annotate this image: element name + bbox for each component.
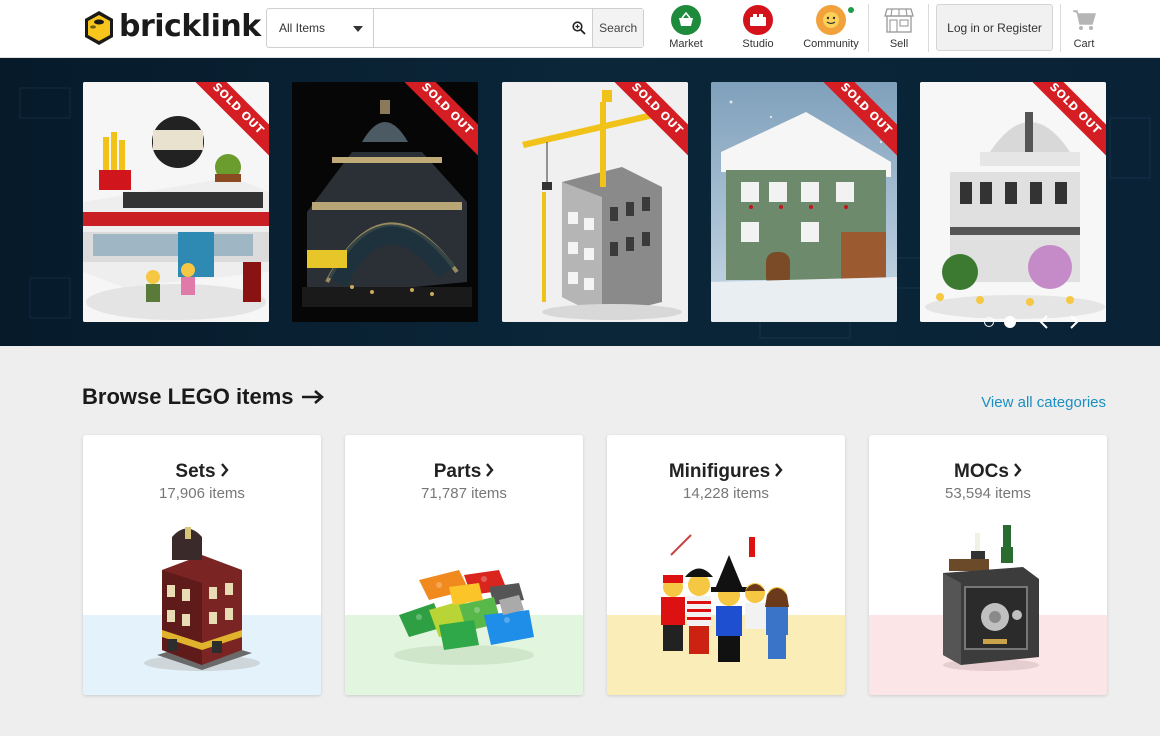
- chevron-right-icon: [1014, 463, 1022, 478]
- studio-brick-icon: [743, 5, 773, 35]
- carousel-prev-button[interactable]: [1032, 310, 1056, 334]
- carousel-page-dot-2[interactable]: [1004, 316, 1016, 328]
- storefront-icon: [884, 5, 914, 35]
- browse-heading-text: Browse LEGO items: [82, 384, 294, 409]
- brick-logo-icon: [85, 11, 113, 45]
- category-title: Minifigures: [607, 461, 845, 483]
- notification-dot: [848, 7, 854, 13]
- category-card-minifigures[interactable]: Minifigures 14,228 items: [607, 435, 845, 695]
- category-count: 53,594 items: [945, 485, 1031, 502]
- nav-studio[interactable]: Studio: [738, 5, 778, 51]
- browse-heading[interactable]: Browse LEGO items: [82, 384, 324, 410]
- header-divider: [1060, 4, 1061, 52]
- nav-studio-label: Studio: [742, 38, 774, 50]
- arrow-right-icon: [301, 390, 324, 404]
- category-card-mocs[interactable]: MOCs 53,594 items: [869, 435, 1107, 695]
- search-bar: All Items Search: [266, 8, 644, 48]
- site-header: bricklink All Items Search Market Studio…: [0, 0, 1160, 58]
- search-button[interactable]: Search: [592, 9, 643, 47]
- chevron-right-icon: [1070, 315, 1079, 329]
- search-category-label: All Items: [279, 21, 326, 35]
- carousel-slide-train-station[interactable]: SOLD OUT: [292, 82, 478, 322]
- category-card-parts[interactable]: Parts 71,787 items: [345, 435, 583, 695]
- chevron-right-icon: [486, 463, 494, 478]
- category-name: Sets: [175, 461, 216, 482]
- bricklink-logo[interactable]: bricklink: [82, 8, 261, 48]
- chevron-right-icon: [220, 463, 229, 478]
- category-name: Minifigures: [668, 461, 771, 482]
- nav-market[interactable]: Market: [666, 5, 706, 51]
- header-divider: [928, 4, 929, 52]
- carousel-controls: [984, 310, 1106, 334]
- sets-cafe-corner-image: [144, 527, 260, 671]
- category-name: Parts: [433, 461, 482, 482]
- carousel-page-dot-1[interactable]: [984, 317, 994, 327]
- category-title: Sets: [83, 461, 321, 483]
- mocs-safe-image: [943, 525, 1039, 671]
- nav-community[interactable]: Community: [800, 5, 862, 51]
- search-category-select[interactable]: All Items: [267, 9, 375, 47]
- caret-down-icon: [353, 26, 364, 32]
- category-title: Parts: [345, 461, 583, 483]
- search-input[interactable]: [374, 9, 567, 47]
- logo-text: bricklink: [119, 8, 261, 44]
- carousel-next-button[interactable]: [1062, 310, 1086, 334]
- category-count: 17,906 items: [159, 485, 245, 502]
- nav-sell-label: Sell: [889, 38, 909, 50]
- carousel-slide-observatory[interactable]: SOLD OUT: [920, 82, 1106, 322]
- parts-bricks-pile-image: [394, 570, 534, 665]
- nav-cart-label: Cart: [1073, 38, 1095, 50]
- category-count: 14,228 items: [683, 485, 769, 502]
- category-name: MOCs: [954, 461, 1009, 482]
- chevron-left-icon: [1039, 315, 1048, 329]
- login-register-button[interactable]: Log in or Register: [936, 4, 1053, 51]
- header-divider: [868, 4, 869, 52]
- market-basket-icon: [671, 5, 701, 35]
- chevron-right-icon: [775, 463, 783, 478]
- community-face-icon: [816, 5, 854, 35]
- zoom-search-icon[interactable]: [566, 9, 592, 47]
- nav-market-label: Market: [669, 38, 703, 50]
- nav-sell[interactable]: Sell: [882, 5, 916, 51]
- hero-carousel: SOLD OUT SOLD OUT SOLD OUT SOLD OUT SOLD…: [0, 58, 1160, 346]
- carousel-slide-construction[interactable]: SOLD OUT: [502, 82, 688, 322]
- nav-community-label: Community: [803, 38, 859, 50]
- view-all-categories-link[interactable]: View all categories: [981, 394, 1106, 411]
- minifigures-group-image: [661, 534, 789, 662]
- category-count: 71,787 items: [421, 485, 507, 502]
- carousel-slide-winter-chalet[interactable]: SOLD OUT: [711, 82, 897, 322]
- cart-icon: [1069, 5, 1099, 35]
- nav-cart[interactable]: Cart: [1068, 5, 1100, 51]
- carousel-slide-diner[interactable]: SOLD OUT: [83, 82, 269, 322]
- category-card-sets[interactable]: Sets 17,906 items: [83, 435, 321, 695]
- category-title: MOCs: [869, 461, 1107, 483]
